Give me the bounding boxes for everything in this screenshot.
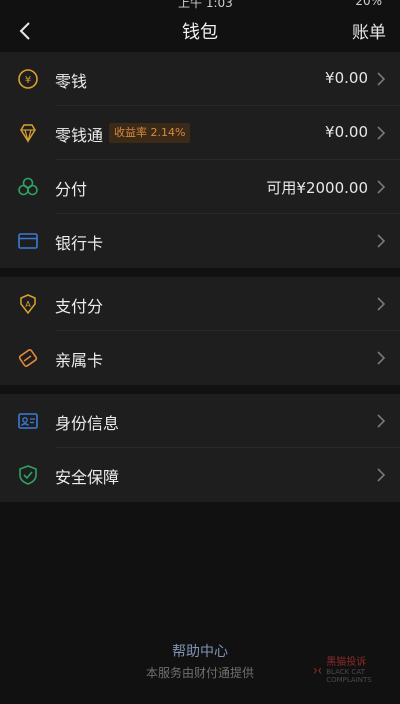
row-change-value: ¥0.00 bbox=[325, 69, 368, 87]
watermark-text: 黑猫投诉 bbox=[326, 657, 367, 668]
chevron-right-icon bbox=[377, 234, 386, 248]
family-card-icon bbox=[18, 349, 38, 367]
bank-card-icon bbox=[18, 233, 38, 249]
row-identity[interactable]: 身份信息 bbox=[0, 394, 400, 448]
row-pay-score[interactable]: A 支付分 bbox=[0, 277, 400, 331]
row-change-plus-value: ¥0.00 bbox=[325, 123, 368, 141]
chevron-right-icon bbox=[377, 468, 386, 482]
row-bank-card[interactable]: 银行卡 bbox=[0, 214, 400, 268]
battery-level: 20% bbox=[355, 0, 382, 8]
watermark-subtext: BLACK CAT COMPLAINTS bbox=[326, 668, 372, 684]
watermark-logo: 黑猫投诉 BLACK CAT COMPLAINTS bbox=[313, 657, 383, 684]
row-fenfu-value: 可用¥2000.00 bbox=[266, 179, 368, 197]
row-security[interactable]: 安全保障 bbox=[0, 448, 400, 502]
row-change-label: 零钱 bbox=[55, 72, 88, 91]
row-family-card[interactable]: 亲属卡 bbox=[0, 331, 400, 385]
chevron-right-icon bbox=[377, 297, 386, 311]
chevron-right-icon bbox=[377, 72, 386, 86]
shield-badge-icon: A bbox=[20, 294, 36, 315]
svg-text:¥: ¥ bbox=[25, 75, 31, 86]
clover-icon bbox=[18, 177, 38, 196]
row-bank-card-label: 银行卡 bbox=[55, 234, 104, 253]
id-card-icon bbox=[18, 413, 38, 429]
svg-text:A: A bbox=[25, 300, 31, 309]
nav-header: 钱包 账单 bbox=[0, 10, 400, 52]
chevron-right-icon bbox=[377, 126, 386, 140]
row-family-card-label: 亲属卡 bbox=[55, 351, 104, 370]
yield-badge: 收益率 2.14% bbox=[109, 123, 191, 143]
chevron-right-icon bbox=[377, 180, 386, 194]
security-shield-icon bbox=[19, 465, 37, 485]
row-change-plus-label: 零钱通 bbox=[55, 126, 104, 145]
row-pay-score-label: 支付分 bbox=[55, 297, 104, 316]
bill-button[interactable]: 账单 bbox=[352, 18, 386, 43]
row-identity-label: 身份信息 bbox=[55, 414, 120, 433]
yen-coin-icon: ¥ bbox=[18, 69, 38, 89]
page-title: 钱包 bbox=[182, 22, 218, 43]
row-change-plus[interactable]: 零钱通 收益率 2.14% ¥0.00 bbox=[0, 106, 400, 160]
chevron-right-icon bbox=[377, 414, 386, 428]
row-change[interactable]: ¥ 零钱 ¥0.00 bbox=[0, 52, 400, 106]
diamond-icon bbox=[20, 124, 36, 144]
wallet-section-2: A 支付分 亲属卡 bbox=[0, 277, 400, 385]
chevron-right-icon bbox=[377, 351, 386, 365]
status-bar: 上午 1:03 20% bbox=[0, 0, 400, 10]
wallet-section-1: ¥ 零钱 ¥0.00 零钱通 收益率 2.14% ¥0.00 分付 可用¥200… bbox=[0, 52, 400, 268]
row-fenfu-label: 分付 bbox=[55, 180, 88, 199]
wallet-section-3: 身份信息 安全保障 bbox=[0, 394, 400, 502]
row-security-label: 安全保障 bbox=[55, 468, 120, 487]
cat-logo-icon bbox=[313, 667, 322, 674]
row-fenfu[interactable]: 分付 可用¥2000.00 bbox=[0, 160, 400, 214]
